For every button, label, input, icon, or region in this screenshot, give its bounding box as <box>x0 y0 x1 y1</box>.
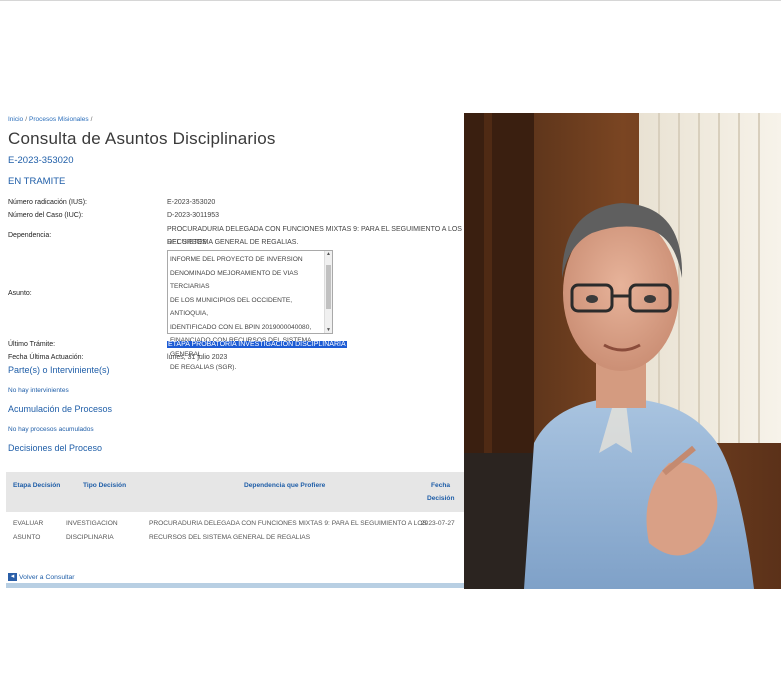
row-etapa-line-2: ASUNTO <box>13 534 41 541</box>
scroll-down-icon[interactable]: ▼ <box>325 327 332 333</box>
ultimo-tramite-value: ETAPA PROBATORIA INVESTIGACION DISCIPLIN… <box>167 341 347 348</box>
back-link-label: Volver a Consultar <box>19 573 75 581</box>
bottom-bar <box>6 583 464 588</box>
asunto-scrollbar[interactable]: ▲ ▼ <box>324 251 332 333</box>
row-tipo-line-2: DISCIPLINARIA <box>66 534 114 541</box>
asunto-line: DE LOS MUNICIPIOS DEL OCCIDENTE, ANTIOQU… <box>170 296 293 318</box>
scroll-up-icon[interactable]: ▲ <box>325 251 332 257</box>
asunto-label: Asunto: <box>8 290 32 297</box>
radicacion-label: Número radicación (IUS): <box>8 199 87 206</box>
asunto-textarea[interactable]: INFORME DEL PROYECTO DE INVERSION DENOMI… <box>167 250 333 371</box>
decisiones-heading: Decisiones del Proceso <box>8 443 103 453</box>
caso-label: Número del Caso (IUC): <box>8 212 84 219</box>
asunto-line: DENOMINADO MEJORAMIENTO DE VIAS TERCIARI… <box>170 269 299 291</box>
ultimo-tramite-wrap: ETAPA PROBATORIA INVESTIGACION DISCIPLIN… <box>167 338 347 351</box>
asunto-line: IDENTIFICADO CON EL BPIN 2019000040080, <box>170 323 312 331</box>
decisions-table-header: Etapa Decisión Tipo Decisión Dependencia… <box>6 472 464 512</box>
fecha-value: lunes, 31 julio 2023 <box>167 354 228 361</box>
col-etapa-decision: Etapa Decisión <box>13 482 61 489</box>
breadcrumb-home-link[interactable]: Inicio <box>8 116 23 123</box>
col-fecha: Fecha <box>431 482 451 489</box>
col-decision: Decisión <box>427 495 455 502</box>
breadcrumb: Inicio / Procesos Misionales / <box>8 116 93 123</box>
page-title: Consulta de Asuntos Disciplinarios <box>8 129 276 148</box>
dependencia-label: Dependencia: <box>8 232 52 239</box>
back-to-search-link[interactable]: ◂ Volver a Consultar <box>8 573 75 581</box>
top-divider <box>0 0 781 1</box>
scrollbar-thumb[interactable] <box>326 265 331 309</box>
asunto-line: INFORME DEL PROYECTO DE INVERSION <box>170 256 303 263</box>
caso-value: D-2023-3011953 <box>167 212 220 219</box>
case-query-panel: Inicio / Procesos Misionales / Consulta de … <box>6 112 464 588</box>
ultimo-tramite-label: Último Trámite: <box>8 341 56 348</box>
breadcrumb-section-link[interactable]: Procesos Misionales <box>29 116 89 123</box>
acumulacion-empty-note: No hay procesos acumulados <box>8 426 94 433</box>
col-dependencia: Dependencia que Profiere <box>244 482 326 489</box>
case-number: E-2023-353020 <box>8 155 74 166</box>
case-status: EN TRAMITE <box>8 176 66 187</box>
row-dependencia-line-1: PROCURADURIA DELEGADA CON FUNCIONES MIXT… <box>149 520 427 527</box>
acumulacion-heading: Acumulación de Procesos <box>8 404 113 414</box>
dependencia-value-line-2: DEL SISTEMA GENERAL DE REGALIAS. <box>167 239 299 246</box>
row-etapa-line-1: EVALUAR <box>13 520 44 527</box>
row-dependencia-line-2: RECURSOS DEL SISTEMA GENERAL DE REGALIAS <box>149 534 311 541</box>
partes-heading: Parte(s) o Interviniente(s) <box>8 365 110 375</box>
back-arrow-icon: ◂ <box>8 573 17 581</box>
fecha-label: Fecha Última Actuación: <box>8 354 84 361</box>
col-tipo-decision: Tipo Decisión <box>83 482 127 489</box>
portrait-photo <box>464 113 781 589</box>
radicacion-value: E-2023-353020 <box>167 199 216 206</box>
partes-empty-note: No hay intervinientes <box>8 387 69 394</box>
row-tipo-line-1: INVESTIGACION <box>66 520 118 527</box>
row-fecha: 2023-07-27 <box>421 520 455 527</box>
